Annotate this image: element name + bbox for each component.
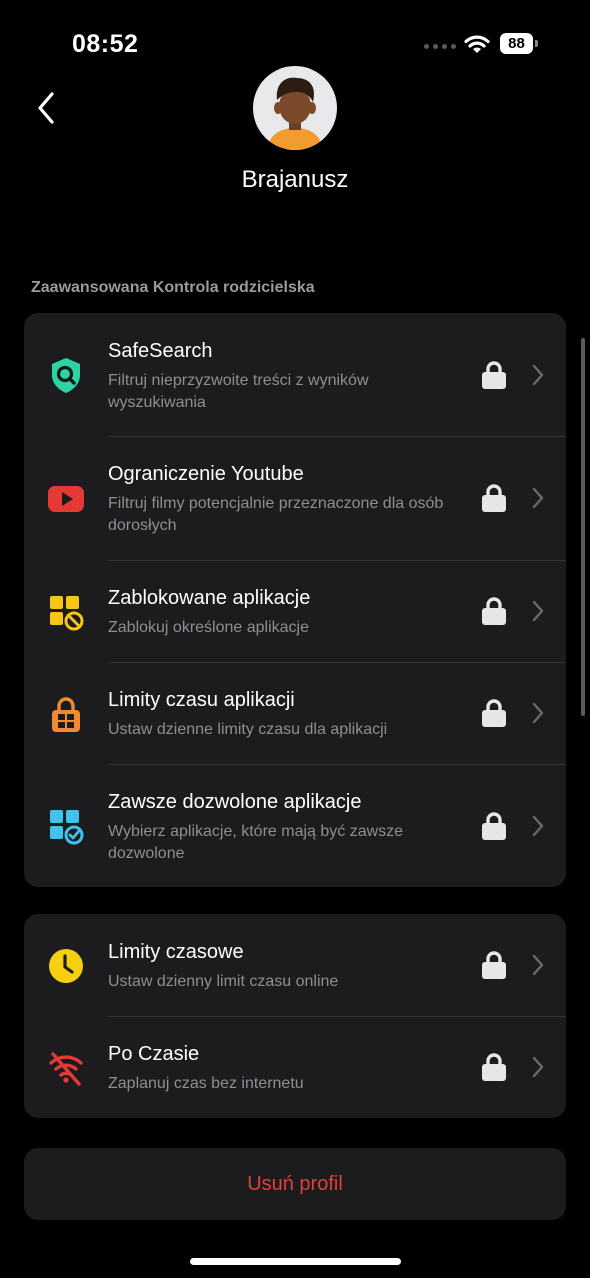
lock-icon [482,951,506,979]
row-title: Ograniczenie Youtube [108,463,304,485]
chevron-right-icon [532,1056,544,1078]
row-app-time-limits[interactable]: Limity czasu aplikacji Ustaw dzienne lim… [24,662,566,764]
chevron-right-icon [532,702,544,724]
chevron-right-icon [532,600,544,622]
row-time-limits[interactable]: Limity czasowe Ustaw dzienny limit czasu… [24,914,566,1016]
profile-name: Brajanusz [241,166,349,193]
row-downtime[interactable]: Po Czasie Zaplanuj czas bez internetu [24,1016,566,1118]
chevron-right-icon [532,815,544,837]
shield-search-icon [52,358,80,393]
app-lock-icon [52,697,80,732]
lock-icon [482,699,506,727]
row-title: SafeSearch [108,340,213,362]
row-subtitle: Zablokuj określone aplikacje [108,619,309,636]
chevron-right-icon [532,954,544,976]
home-indicator[interactable] [190,1258,401,1265]
wifi-off-icon [49,1052,83,1086]
row-subtitle: Ustaw dzienne limity czasu dla aplikacji [108,721,388,738]
row-subtitle: Wybierz aplikacje, które mają być zawsze… [108,823,404,862]
row-subtitle: Ustaw dzienny limit czasu online [108,973,339,990]
lock-icon [482,812,506,840]
section-title: Zaawansowana Kontrola rodzicielska [31,279,315,296]
row-always-allowed-apps[interactable]: Zawsze dozwolone aplikacje Wybierz aplik… [24,764,566,887]
back-chevron-icon[interactable] [30,88,66,128]
row-title: Limity czasowe [108,941,244,963]
row-title: Limity czasu aplikacji [108,689,295,711]
scrollbar[interactable] [581,338,585,716]
battery-level: 88 [500,33,533,54]
row-subtitle: Zaplanuj czas bez internetu [108,1075,304,1092]
row-subtitle: Filtruj nieprzyzwoite treści z wyników w… [108,372,369,411]
row-safesearch[interactable]: SafeSearch Filtruj nieprzyzwoite treści … [24,313,566,436]
wifi-icon [464,35,490,53]
row-title: Zawsze dozwolone aplikacje [108,791,362,813]
youtube-icon [48,486,84,512]
blocked-apps-icon [50,596,84,631]
row-youtube-restriction[interactable]: Ograniczenie Youtube Filtruj filmy poten… [24,436,566,560]
row-subtitle: Filtruj filmy potencjalnie przeznaczone … [108,495,444,534]
row-blocked-apps[interactable]: Zablokowane aplikacje Zablokuj określone… [24,560,566,662]
battery-icon: 88 [500,33,538,54]
row-title: Zablokowane aplikacje [108,587,311,609]
chevron-right-icon [532,364,544,386]
chevron-right-icon [532,487,544,509]
cellular-signal-icon [424,44,456,49]
child-avatar-icon [267,77,323,150]
lock-icon [482,597,506,625]
time-controls-card: Limity czasowe Ustaw dzienny limit czasu… [24,914,566,1118]
allowed-apps-icon [50,810,84,845]
lock-icon [482,361,506,389]
lock-icon [482,1053,506,1081]
lock-icon [482,484,506,512]
advanced-controls-card: SafeSearch Filtruj nieprzyzwoite treści … [24,313,566,887]
delete-profile-button[interactable]: Usuń profil [24,1148,566,1220]
status-time: 08:52 [72,30,139,58]
row-title: Po Czasie [108,1043,200,1065]
clock-icon [49,949,83,983]
avatar[interactable] [253,66,337,150]
